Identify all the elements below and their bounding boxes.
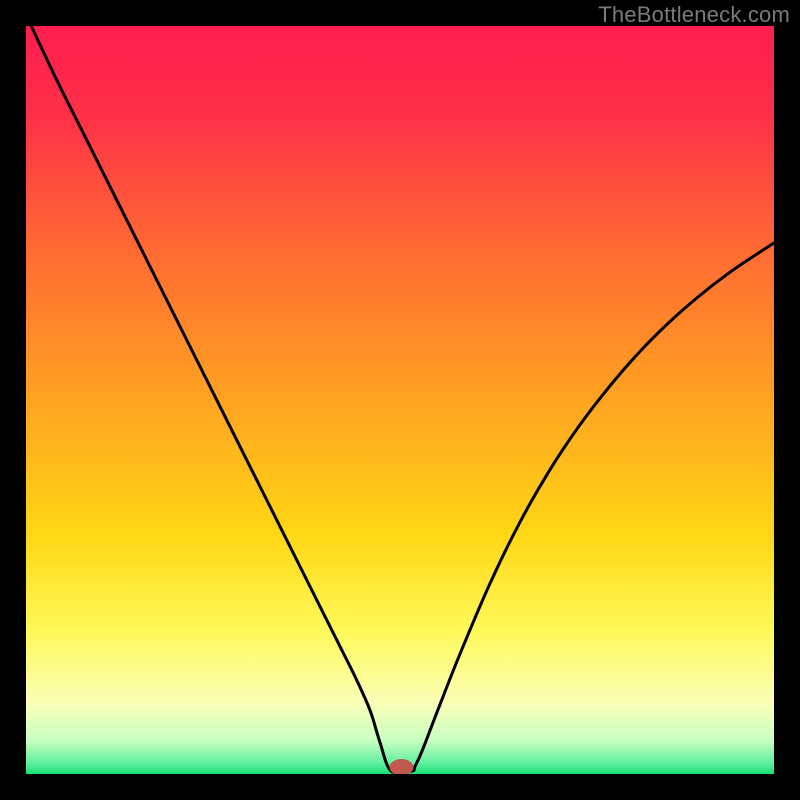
chart-svg xyxy=(26,26,774,774)
gradient-background xyxy=(26,26,774,774)
plot-area xyxy=(26,26,774,774)
chart-frame: TheBottleneck.com xyxy=(0,0,800,800)
watermark-label: TheBottleneck.com xyxy=(598,2,790,28)
